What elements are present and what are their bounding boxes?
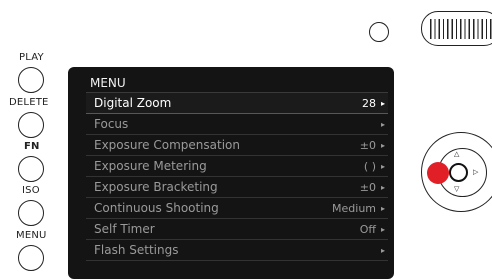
menu-item-label: Continuous Shooting <box>94 201 219 215</box>
play-button[interactable] <box>18 67 44 93</box>
menu-panel: MENU Digital Zoom 28 ▸ Focus ▸ Exposure … <box>86 74 388 279</box>
menu-item-label: Flash Settings <box>94 243 179 257</box>
thumbwheel-ridges <box>430 19 492 39</box>
chevron-right-icon: ▸ <box>380 141 385 150</box>
camera-screen: MENU Digital Zoom 28 ▸ Focus ▸ Exposure … <box>68 67 394 279</box>
menu-item-digital-zoom[interactable]: Digital Zoom 28 ▸ <box>86 93 388 114</box>
menu-item-value: 28 <box>362 97 376 110</box>
thumbwheel[interactable] <box>421 11 492 46</box>
menu-item-focus[interactable]: Focus ▸ <box>86 114 388 135</box>
menu-item-label: Exposure Bracketing <box>94 180 218 194</box>
menu-list: Digital Zoom 28 ▸ Focus ▸ Exposure Compe… <box>86 92 388 261</box>
center-weighted-metering-icon: ( ) <box>363 160 376 173</box>
chevron-right-icon: ▸ <box>380 162 385 171</box>
menu-item-value: ±0 <box>359 181 376 194</box>
menu-item-exposure-bracketing[interactable]: Exposure Bracketing ±0 ▸ <box>86 177 388 198</box>
menu-item-flash-settings[interactable]: Flash Settings ▸ <box>86 240 388 261</box>
fn-button[interactable] <box>18 156 44 182</box>
menu-item-self-timer[interactable]: Self Timer Off ▸ <box>86 219 388 240</box>
chevron-right-icon: ▸ <box>380 120 385 129</box>
menu-item-label: Self Timer <box>94 222 155 236</box>
menu-title: MENU <box>90 76 126 90</box>
delete-label: DELETE <box>9 97 49 108</box>
menu-item-value: ±0 <box>359 139 376 152</box>
dpad-center-button[interactable] <box>449 163 468 182</box>
chevron-right-icon: ▸ <box>380 225 385 234</box>
menu-item-label: Digital Zoom <box>94 96 172 110</box>
menu-button[interactable] <box>18 245 44 271</box>
dpad-left-highlight[interactable] <box>427 162 449 184</box>
menu-item-exposure-compensation[interactable]: Exposure Compensation ±0 ▸ <box>86 135 388 156</box>
dpad-up-icon[interactable]: △ <box>454 151 459 158</box>
menu-label: MENU <box>16 230 47 241</box>
chevron-right-icon: ▸ <box>380 246 385 255</box>
menu-item-exposure-metering[interactable]: Exposure Metering ( ) ▸ <box>86 156 388 177</box>
menu-item-continuous-shooting[interactable]: Continuous Shooting Medium ▸ <box>86 198 388 219</box>
dpad-down-icon[interactable]: ▽ <box>454 186 459 193</box>
menu-item-value: Off <box>359 223 376 236</box>
menu-item-value: Medium <box>332 202 376 215</box>
chevron-right-icon: ▸ <box>380 99 385 108</box>
top-button[interactable] <box>369 22 389 42</box>
delete-button[interactable] <box>18 112 44 138</box>
menu-item-label: Exposure Metering <box>94 159 207 173</box>
iso-label: ISO <box>22 185 40 196</box>
play-label: PLAY <box>19 52 44 63</box>
iso-button[interactable] <box>18 200 44 226</box>
fn-label: FN <box>24 141 40 152</box>
chevron-right-icon: ▸ <box>380 183 385 192</box>
menu-item-label: Exposure Compensation <box>94 138 240 152</box>
menu-item-label: Focus <box>94 117 129 131</box>
dpad-right-icon[interactable]: ▷ <box>473 169 478 176</box>
chevron-right-icon: ▸ <box>380 204 385 213</box>
